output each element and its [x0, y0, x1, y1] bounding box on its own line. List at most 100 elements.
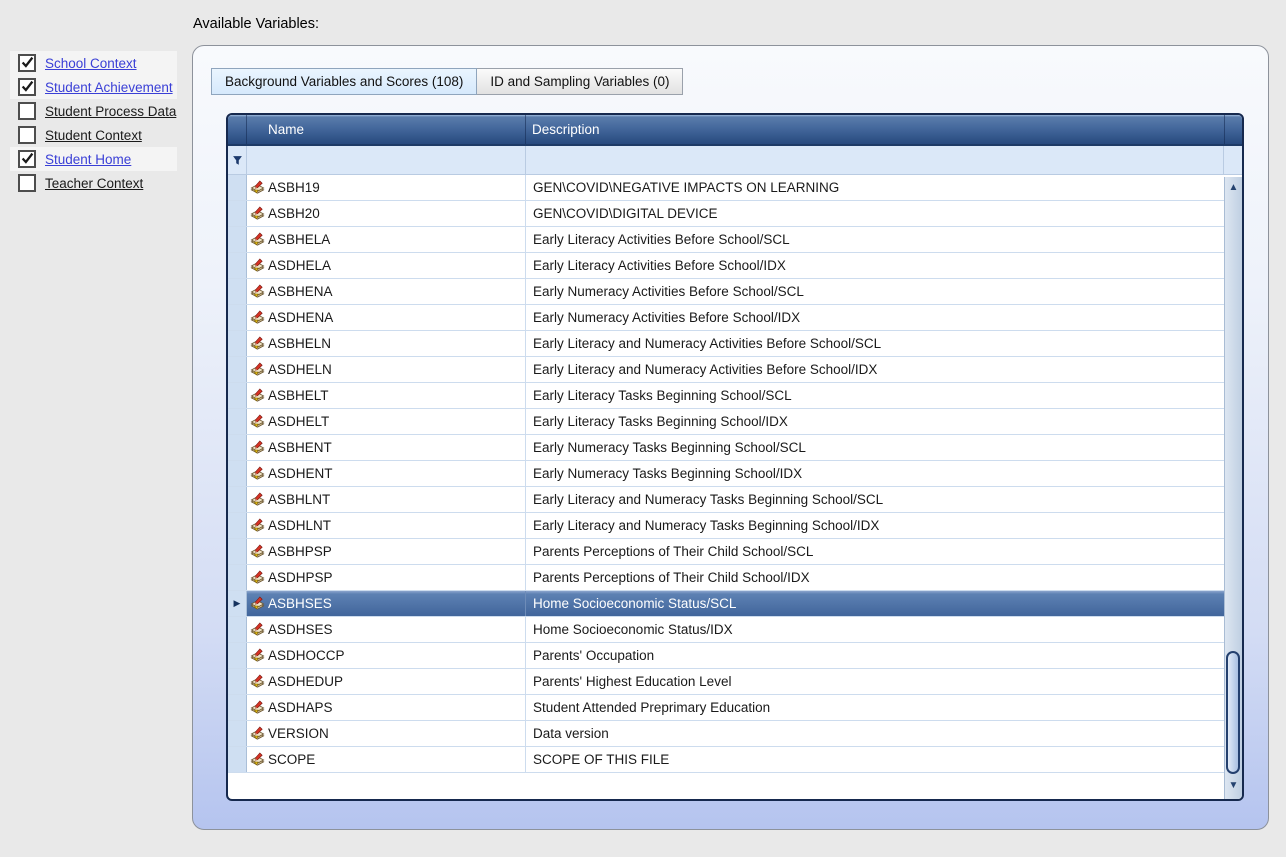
- sidebar-item-student-process-data[interactable]: Student Process Data: [10, 99, 177, 123]
- variable-name-cell[interactable]: ASBH20: [247, 201, 526, 226]
- variable-row[interactable]: ▶ ASDHAPS Student Attended Preprimary Ed…: [228, 695, 1224, 721]
- variable-row[interactable]: ▶ VERSION Data version: [228, 721, 1224, 747]
- variable-description: Parents Perceptions of Their Child Schoo…: [526, 539, 1224, 564]
- variable-name-cell[interactable]: ASDHEDUP: [247, 669, 526, 694]
- variable-name-cell[interactable]: ASBHELA: [247, 227, 526, 252]
- row-indicator-gutter: ▶: [228, 487, 247, 512]
- sidebar-item-label[interactable]: Teacher Context: [45, 176, 143, 191]
- checkbox[interactable]: [18, 126, 36, 144]
- row-indicator-gutter: ▶: [228, 565, 247, 590]
- filter-name-input[interactable]: [247, 146, 526, 174]
- variable-icon: [250, 232, 265, 247]
- checkbox[interactable]: [18, 54, 36, 72]
- variable-description: Data version: [526, 721, 1224, 746]
- variable-name-cell[interactable]: ASDHPSP: [247, 565, 526, 590]
- checkbox[interactable]: [18, 150, 36, 168]
- variable-name: ASBH19: [268, 180, 320, 195]
- sidebar-item-label[interactable]: Student Home: [45, 152, 131, 167]
- variable-name: ASBHENA: [268, 284, 333, 299]
- tab-background-variables[interactable]: Background Variables and Scores (108): [211, 68, 477, 95]
- variable-name-cell[interactable]: ASBHENA: [247, 279, 526, 304]
- variable-name-cell[interactable]: ASBHPSP: [247, 539, 526, 564]
- variable-row[interactable]: ▶ ASBHPSP Parents Perceptions of Their C…: [228, 539, 1224, 565]
- vertical-scrollbar[interactable]: ▲ ▼: [1224, 177, 1242, 799]
- variable-icon: [250, 310, 265, 325]
- variable-name-cell[interactable]: ASDHENT: [247, 461, 526, 486]
- variable-icon: [250, 752, 265, 767]
- variable-row[interactable]: ▶ ASBHLNT Early Literacy and Numeracy Ta…: [228, 487, 1224, 513]
- filter-scrollbar-cell: [1224, 146, 1242, 174]
- scroll-up-icon[interactable]: ▲: [1225, 181, 1242, 195]
- variable-name-cell[interactable]: VERSION: [247, 721, 526, 746]
- variable-name-cell[interactable]: ASDHELT: [247, 409, 526, 434]
- sidebar-item-school-context[interactable]: School Context: [10, 51, 177, 75]
- variable-name: VERSION: [268, 726, 329, 741]
- column-header-description[interactable]: Description: [526, 115, 1224, 144]
- variable-row[interactable]: ▶ ASBH20 GEN\COVID\DIGITAL DEVICE: [228, 201, 1224, 227]
- variable-name-cell[interactable]: ASDHELA: [247, 253, 526, 278]
- scroll-down-icon[interactable]: ▼: [1225, 779, 1242, 793]
- variable-row[interactable]: ▶ ASDHPSP Parents Perceptions of Their C…: [228, 565, 1224, 591]
- variable-row[interactable]: ▶ ASDHENA Early Numeracy Activities Befo…: [228, 305, 1224, 331]
- row-indicator-gutter: ▶: [228, 331, 247, 356]
- variable-name-cell[interactable]: ASBHSES: [247, 591, 526, 616]
- variable-name: ASDHELN: [268, 362, 332, 377]
- sidebar-item-label[interactable]: School Context: [45, 56, 137, 71]
- sidebar-item-student-achievement[interactable]: Student Achievement: [10, 75, 177, 99]
- variable-icon: [250, 258, 265, 273]
- available-variables-label: Available Variables:: [193, 16, 319, 32]
- variable-icon: [250, 622, 265, 637]
- variable-icon: [250, 674, 265, 689]
- variable-row[interactable]: ▶ ASDHELA Early Literacy Activities Befo…: [228, 253, 1224, 279]
- variable-row[interactable]: ▶ ASBHELN Early Literacy and Numeracy Ac…: [228, 331, 1224, 357]
- variable-description: Early Literacy and Numeracy Tasks Beginn…: [526, 513, 1224, 538]
- variable-name: ASDHELA: [268, 258, 331, 273]
- sidebar-item-student-context[interactable]: Student Context: [10, 123, 177, 147]
- variable-row[interactable]: ▶ ASBHELT Early Literacy Tasks Beginning…: [228, 383, 1224, 409]
- sidebar-item-label[interactable]: Student Process Data: [45, 104, 176, 119]
- variable-name-cell[interactable]: ASDHENA: [247, 305, 526, 330]
- row-indicator-gutter: ▶: [228, 461, 247, 486]
- variable-name-cell[interactable]: ASBHELT: [247, 383, 526, 408]
- variable-name-cell[interactable]: ASDHSES: [247, 617, 526, 642]
- variable-name-cell[interactable]: ASDHELN: [247, 357, 526, 382]
- variable-name-cell[interactable]: ASDHOCCP: [247, 643, 526, 668]
- checkbox[interactable]: [18, 102, 36, 120]
- variable-row[interactable]: ▶ ASDHENT Early Numeracy Tasks Beginning…: [228, 461, 1224, 487]
- variable-row[interactable]: ▶ ASBHELA Early Literacy Activities Befo…: [228, 227, 1224, 253]
- variable-description: Early Literacy Activities Before School/…: [526, 253, 1224, 278]
- variable-row[interactable]: ▶ ASDHELT Early Literacy Tasks Beginning…: [228, 409, 1224, 435]
- variable-name: ASBHELA: [268, 232, 330, 247]
- tab-id-sampling-variables[interactable]: ID and Sampling Variables (0): [477, 68, 683, 95]
- variable-name: ASDHSES: [268, 622, 333, 637]
- variable-name-cell[interactable]: ASDHLNT: [247, 513, 526, 538]
- filter-description-input[interactable]: [526, 146, 1224, 174]
- variable-row[interactable]: ▶ ASDHOCCP Parents' Occupation: [228, 643, 1224, 669]
- variable-row[interactable]: ▶ ASBH19 GEN\COVID\NEGATIVE IMPACTS ON L…: [228, 175, 1224, 201]
- sidebar-item-label[interactable]: Student Context: [45, 128, 142, 143]
- variable-row[interactable]: ▶ ASDHLNT Early Literacy and Numeracy Ta…: [228, 513, 1224, 539]
- variable-name-cell[interactable]: ASBHLNT: [247, 487, 526, 512]
- variable-row[interactable]: ▶ ASDHSES Home Socioeconomic Status/IDX: [228, 617, 1224, 643]
- sidebar-item-label[interactable]: Student Achievement: [45, 80, 173, 95]
- variable-row[interactable]: ▶ ASDHEDUP Parents' Highest Education Le…: [228, 669, 1224, 695]
- variable-name-cell[interactable]: ASBHELN: [247, 331, 526, 356]
- checkbox[interactable]: [18, 174, 36, 192]
- variable-icon: [250, 648, 265, 663]
- variable-row[interactable]: ▶ ASDHELN Early Literacy and Numeracy Ac…: [228, 357, 1224, 383]
- variable-icon: [250, 440, 265, 455]
- sidebar-item-teacher-context[interactable]: Teacher Context: [10, 171, 177, 195]
- variable-name-cell[interactable]: ASDHAPS: [247, 695, 526, 720]
- variable-row[interactable]: ▶ ASBHENT Early Numeracy Tasks Beginning…: [228, 435, 1224, 461]
- variable-description: Early Literacy and Numeracy Activities B…: [526, 331, 1224, 356]
- column-header-name[interactable]: Name: [247, 115, 526, 144]
- variable-row[interactable]: ▶ SCOPE SCOPE OF THIS FILE: [228, 747, 1224, 773]
- scrollbar-thumb[interactable]: [1226, 651, 1240, 774]
- variable-name-cell[interactable]: ASBHENT: [247, 435, 526, 460]
- variable-row[interactable]: ▶ ASBHENA Early Numeracy Activities Befo…: [228, 279, 1224, 305]
- variable-name-cell[interactable]: ASBH19: [247, 175, 526, 200]
- checkbox[interactable]: [18, 78, 36, 96]
- sidebar-item-student-home[interactable]: Student Home: [10, 147, 177, 171]
- variable-row[interactable]: ▶ ASBHSES Home Socioeconomic Status/SCL: [228, 591, 1224, 617]
- variable-name-cell[interactable]: SCOPE: [247, 747, 526, 772]
